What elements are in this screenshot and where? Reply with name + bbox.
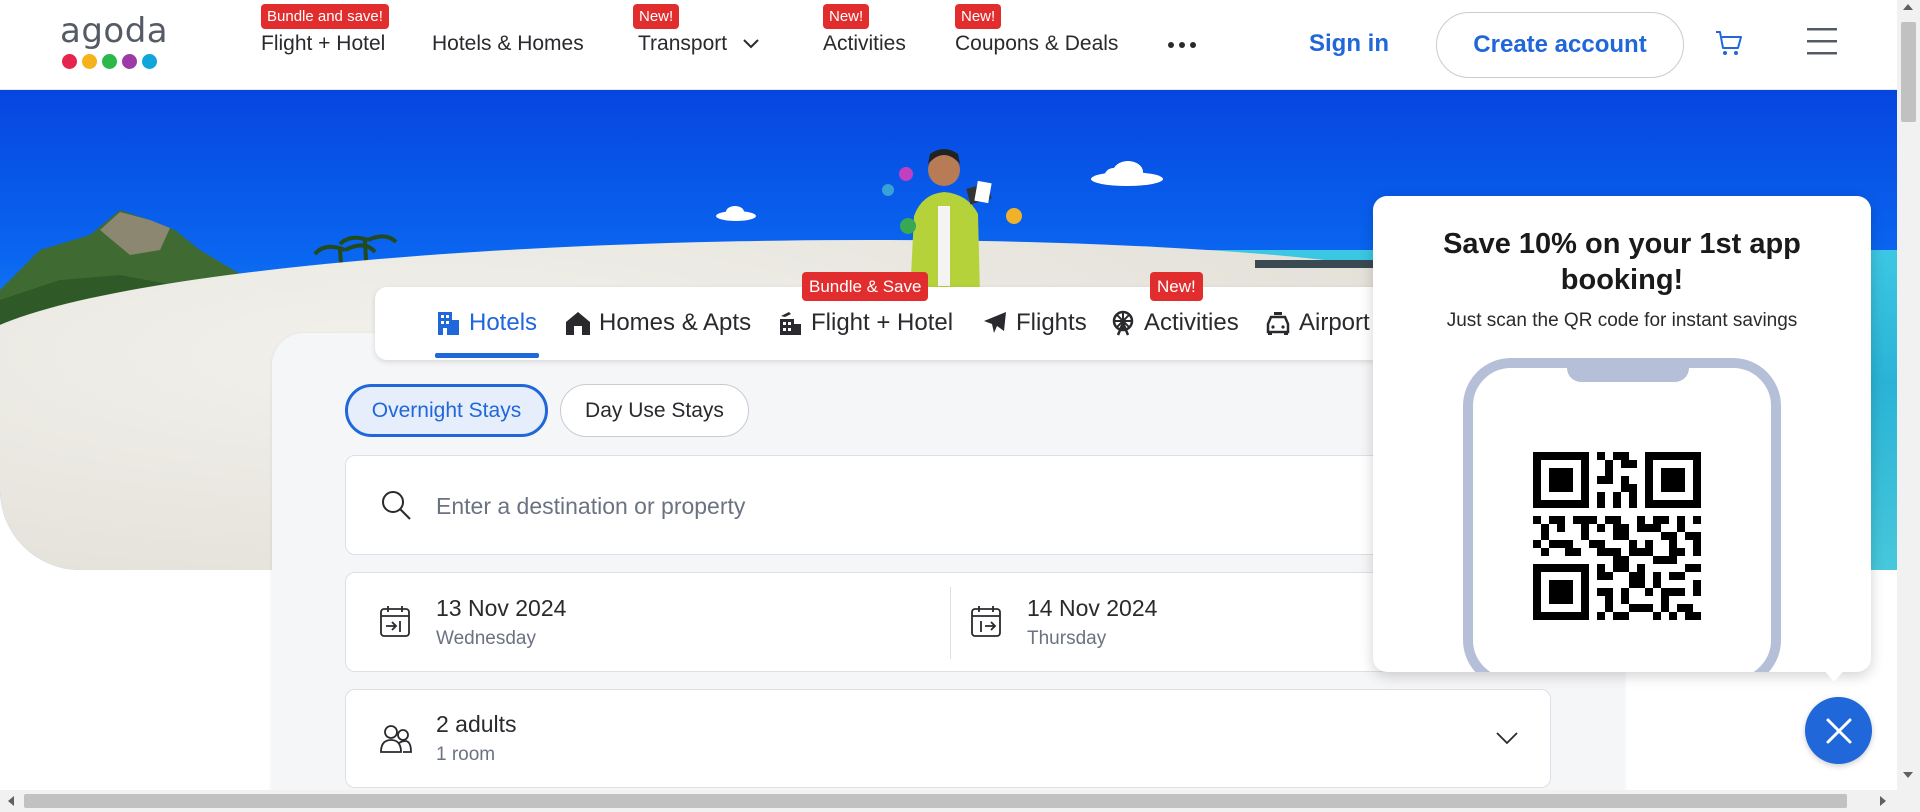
phone-notch — [1567, 358, 1689, 382]
horizontal-scrollbar-thumb[interactable] — [24, 794, 1847, 808]
date-range-picker[interactable]: 13 Nov 2024 Wednesday 14 Nov 2024 Thursd… — [345, 572, 1551, 672]
tab-homes-apts[interactable]: Homes & Apts — [565, 309, 751, 337]
tab-activities-label: Activities — [1144, 309, 1239, 336]
logo-dot-purple — [122, 54, 137, 69]
nav-item-flight-hotel[interactable]: Flight + Hotel — [261, 32, 385, 56]
flight-hotel-icon — [780, 312, 801, 335]
active-tab-indicator — [435, 353, 539, 358]
guests-icon — [380, 725, 412, 753]
nav-badge-activities-new: New! — [823, 4, 870, 29]
scroll-up-arrow-icon[interactable] — [1903, 4, 1913, 10]
check-out-date[interactable]: 14 Nov 2024 Thursday — [1027, 595, 1157, 650]
car-icon — [1266, 312, 1290, 335]
guests-summary: 2 adults 1 room — [436, 711, 517, 766]
nav-item-transport-label: Transport — [638, 32, 728, 55]
check-in-calendar-icon — [380, 606, 410, 637]
tab-badge-bundle-save: Bundle & Save — [802, 272, 929, 301]
top-navigation-bar: agoda Bundle and save! Flight + Hotel Ho… — [0, 0, 1897, 90]
promo-title: Save 10% on your 1st app booking! — [1443, 228, 1801, 296]
close-promo-button[interactable] — [1805, 697, 1872, 764]
logo-dot-green — [102, 54, 117, 69]
tab-airport-label: Airport — [1299, 309, 1370, 336]
tab-hotels[interactable]: Hotels — [435, 309, 537, 337]
tab-airport[interactable]: Airport — [1265, 309, 1370, 337]
close-icon — [1826, 718, 1851, 743]
logo-wordmark: agoda — [60, 11, 169, 51]
chevron-down-icon — [743, 39, 759, 49]
logo-dot-red — [62, 54, 77, 69]
check-out-date-value: 14 Nov 2024 — [1027, 595, 1158, 621]
vertical-scrollbar-thumb[interactable] — [1901, 22, 1916, 122]
nav-badge-coupons-new: New! — [955, 4, 1002, 29]
scroll-right-arrow-icon[interactable] — [1880, 796, 1886, 806]
guests-count: 2 adults — [436, 711, 517, 737]
nav-item-coupons-deals[interactable]: Coupons & Deals — [955, 32, 1118, 56]
overnight-stays-toggle[interactable]: Overnight Stays — [345, 384, 548, 437]
promo-subtitle: Just scan the QR code for instant saving… — [1446, 310, 1798, 331]
chevron-down-icon — [1496, 732, 1518, 745]
day-use-stays-toggle[interactable]: Day Use Stays — [560, 384, 749, 437]
sign-in-link[interactable]: Sign in — [1309, 30, 1389, 58]
qr-code[interactable] — [1533, 452, 1701, 620]
tab-hotels-label: Hotels — [469, 309, 538, 336]
app-promo-popup: Save 10% on your 1st app booking! Just s… — [1373, 196, 1871, 672]
tab-flight-hotel-label: Flight + Hotel — [811, 309, 954, 336]
vertical-scrollbar[interactable] — [1897, 0, 1920, 790]
tab-flights-label: Flights — [1016, 309, 1087, 336]
logo-dot-yellow — [82, 54, 97, 69]
airplane-icon — [984, 312, 1006, 333]
destination-search-input[interactable]: Enter a destination or property — [345, 455, 1551, 555]
nav-badge-transport-new: New! — [633, 4, 680, 29]
nav-item-activities[interactable]: Activities — [823, 32, 906, 56]
create-account-button[interactable]: Create account — [1436, 12, 1684, 78]
promo-popup-pointer — [1822, 668, 1846, 682]
house-icon — [566, 312, 590, 335]
tab-flights[interactable]: Flights — [982, 309, 1087, 337]
tab-badge-activities-new: New! — [1150, 272, 1203, 301]
date-divider — [950, 587, 951, 659]
check-out-day: Thursday — [1027, 628, 1107, 649]
tab-homes-apts-label: Homes & Apts — [599, 309, 752, 336]
cart-icon[interactable] — [1714, 28, 1744, 58]
logo-dots — [62, 54, 170, 69]
tab-flight-hotel[interactable]: Flight + Hotel — [777, 309, 953, 337]
check-in-day: Wednesday — [436, 628, 536, 649]
logo-dot-blue — [142, 54, 157, 69]
scroll-left-arrow-icon[interactable] — [8, 796, 14, 806]
hamburger-menu-icon[interactable] — [1806, 26, 1838, 56]
rooms-count: 1 room — [436, 744, 496, 765]
agoda-logo[interactable]: agoda — [60, 14, 170, 76]
ferris-wheel-icon — [1112, 310, 1134, 336]
check-in-date-value: 13 Nov 2024 — [436, 595, 567, 621]
nav-item-transport[interactable]: Transport — [638, 32, 759, 56]
guests-rooms-selector[interactable]: 2 adults 1 room — [345, 689, 1551, 788]
nav-badge-bundle: Bundle and save! — [261, 4, 389, 29]
ellipsis-icon[interactable] — [1168, 42, 1196, 48]
nav-item-hotels-homes[interactable]: Hotels & Homes — [432, 32, 584, 56]
horizontal-scrollbar[interactable] — [0, 790, 1920, 812]
check-out-calendar-icon — [971, 606, 1001, 637]
check-in-date[interactable]: 13 Nov 2024 Wednesday — [436, 595, 566, 650]
cloud-illustration — [1091, 161, 1163, 186]
scroll-down-arrow-icon[interactable] — [1903, 772, 1913, 778]
search-icon — [382, 491, 411, 520]
destination-placeholder: Enter a destination or property — [436, 493, 746, 519]
tab-activities[interactable]: Activities — [1110, 309, 1239, 337]
cloud-illustration — [716, 206, 756, 221]
hotel-building-icon — [438, 312, 459, 335]
